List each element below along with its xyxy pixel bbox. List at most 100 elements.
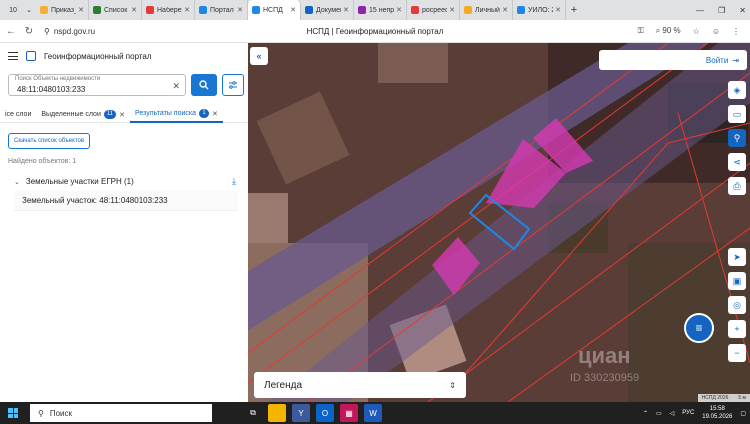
taskbar-search[interactable]: ⚲ Поиск: [30, 404, 212, 422]
filter-sliders-icon: [229, 81, 237, 89]
zoom-out-icon[interactable]: −: [728, 344, 746, 362]
portal-logo-icon: [26, 51, 36, 61]
close-window-icon[interactable]: ✕: [739, 6, 746, 15]
basemap-icon[interactable]: ▭: [728, 105, 746, 123]
close-tab-icon[interactable]: ✕: [555, 6, 561, 14]
download-icon[interactable]: ⤓: [232, 176, 236, 187]
print-icon[interactable]: ⎙: [728, 177, 746, 195]
results-tab[interactable]: Выделенные слои 11 ✕: [36, 107, 130, 123]
download-list-button[interactable]: Скачать список объектов: [8, 133, 91, 149]
tab-title: НСПД: [263, 6, 283, 14]
satellite-imagery: [248, 43, 750, 402]
watermark: циан: [578, 343, 631, 368]
tab-title: Набережн: [157, 6, 182, 14]
language-indicator[interactable]: РУС: [682, 410, 694, 416]
url-text: nspd.gov.ru: [53, 26, 96, 36]
result-item[interactable]: Земельный участок: 48:11:0480103:233: [14, 191, 238, 211]
maximize-icon[interactable]: ❐: [718, 6, 725, 15]
browser-tab[interactable]: 15 непрон✕: [354, 0, 407, 20]
bookmark-icon[interactable]: ☆: [693, 27, 700, 36]
tab-search-chevron-icon[interactable]: ⌄: [22, 6, 36, 14]
task-view-icon[interactable]: ⧉: [244, 404, 262, 422]
search-row: Поиск Объекты недвижимости 48:11:0480103…: [8, 74, 244, 96]
zoom-level[interactable]: ⌕ 90 %: [656, 26, 681, 36]
network-icon[interactable]: ▭: [656, 410, 662, 417]
tab-count[interactable]: 10: [4, 3, 22, 17]
menu-icon[interactable]: ⋮: [732, 27, 740, 36]
tray-up-icon[interactable]: ⌃: [643, 410, 648, 417]
browser-tab[interactable]: Портал п✕: [195, 0, 248, 20]
clock[interactable]: 15:58 19.05.2026: [702, 405, 732, 421]
close-tab-icon[interactable]: ✕: [396, 6, 402, 14]
yandex-browser-icon[interactable]: Y: [292, 404, 310, 422]
login-button[interactable]: Войти: [706, 56, 728, 65]
url-field[interactable]: ⚲ nspd.gov.ru: [44, 27, 95, 36]
browser-tab[interactable]: Список з✕: [89, 0, 142, 20]
clear-icon[interactable]: ✕: [172, 81, 180, 92]
watermark-id: ID 330230959: [570, 372, 640, 384]
browser-tab[interactable]: УИЛО: 20✕: [513, 0, 566, 20]
taskbar-search-label: Поиск: [49, 408, 73, 418]
share-icon[interactable]: ⋖: [728, 153, 746, 171]
close-tab-icon[interactable]: ✕: [119, 111, 125, 119]
close-tab-icon[interactable]: ✕: [78, 6, 84, 14]
clock-date: 19.05.2026: [702, 414, 733, 420]
search-placeholder: Поиск Объекты недвижимости: [15, 76, 101, 82]
reload-icon[interactable]: ↻: [22, 24, 36, 38]
search-map-icon[interactable]: ⚲: [728, 129, 746, 147]
browser-tab[interactable]: Документ✕: [301, 0, 354, 20]
results-tab[interactable]: Результаты поиска 1 ✕: [129, 107, 223, 123]
geolocate-icon[interactable]: ➤: [728, 248, 746, 266]
key-icon[interactable]: ⚿: [638, 26, 644, 36]
results-tab-label: Выделенные слои: [41, 111, 101, 118]
search-button[interactable]: [191, 74, 217, 96]
search-input[interactable]: Поиск Объекты недвижимости 48:11:0480103…: [8, 74, 186, 96]
close-tab-icon[interactable]: ✕: [343, 6, 349, 14]
filter-button[interactable]: [222, 74, 244, 96]
notifications-icon[interactable]: ▢: [740, 410, 746, 417]
collapse-panel-button[interactable]: «: [250, 47, 268, 65]
zoom-in-icon[interactable]: +: [728, 320, 746, 338]
word-icon[interactable]: W: [364, 404, 382, 422]
chat-icon[interactable]: ≡: [684, 313, 714, 343]
close-tab-icon[interactable]: ✕: [290, 6, 296, 14]
menu-burger-icon[interactable]: [8, 52, 18, 60]
map-tools-bottom: ➤ ▣ ◎ + −: [728, 248, 746, 362]
file-explorer-icon[interactable]: [268, 404, 286, 422]
close-tab-icon[interactable]: ✕: [212, 110, 218, 118]
browser-tab[interactable]: НСПД ✕: [248, 0, 301, 20]
browser-tab[interactable]: Личный к✕: [460, 0, 513, 20]
layers-icon[interactable]: ◈: [728, 81, 746, 99]
tab-title: УИЛО: 20: [528, 6, 553, 14]
result-group[interactable]: ⌄ Земельные участки ЕГРН (1) ⤓: [14, 176, 236, 187]
chevron-down-icon[interactable]: ⌄: [14, 178, 20, 186]
volume-icon[interactable]: ◁: [670, 410, 675, 417]
profile-icon[interactable]: ☺: [712, 27, 720, 36]
page-title: НСПД | Геоинформационный портал: [306, 26, 444, 36]
close-tab-icon[interactable]: ✕: [237, 6, 243, 14]
tab-favicon-icon: [517, 6, 525, 14]
app-icon[interactable]: ▦: [340, 404, 358, 422]
legend-dropdown[interactable]: Легенда ⇕: [254, 372, 466, 398]
close-tab-icon[interactable]: ✕: [131, 6, 137, 14]
tab-favicon-icon: [411, 6, 419, 14]
measure-icon[interactable]: ◎: [728, 296, 746, 314]
address-bar: ← ↻ ⚲ nspd.gov.ru НСПД | Геоинформационн…: [0, 20, 750, 43]
results-tab[interactable]: ісе слои: [0, 107, 36, 123]
close-tab-icon[interactable]: ✕: [502, 6, 508, 14]
back-icon[interactable]: ←: [4, 24, 18, 38]
minimap-icon[interactable]: ▣: [728, 272, 746, 290]
close-tab-icon[interactable]: ✕: [449, 6, 455, 14]
count-badge: 1: [198, 109, 209, 118]
browser-tab[interactable]: Приказ_о✕: [36, 0, 89, 20]
start-button[interactable]: [0, 408, 26, 418]
results-tab-label: ісе слои: [5, 111, 32, 118]
site-info-icon[interactable]: ⚲: [44, 27, 50, 36]
new-tab-button[interactable]: +: [566, 4, 582, 16]
map-view[interactable]: « Войти ⇥ ◈ ▭ ⚲ ⋖ ⎙ ➤ ▣ ◎ + − ≡ циан ID …: [248, 43, 750, 402]
browser-tab[interactable]: росреест✕: [407, 0, 460, 20]
close-tab-icon[interactable]: ✕: [184, 6, 190, 14]
minimize-icon[interactable]: —: [696, 6, 704, 15]
browser-tab[interactable]: Набережн✕: [142, 0, 195, 20]
outlook-icon[interactable]: O: [316, 404, 334, 422]
